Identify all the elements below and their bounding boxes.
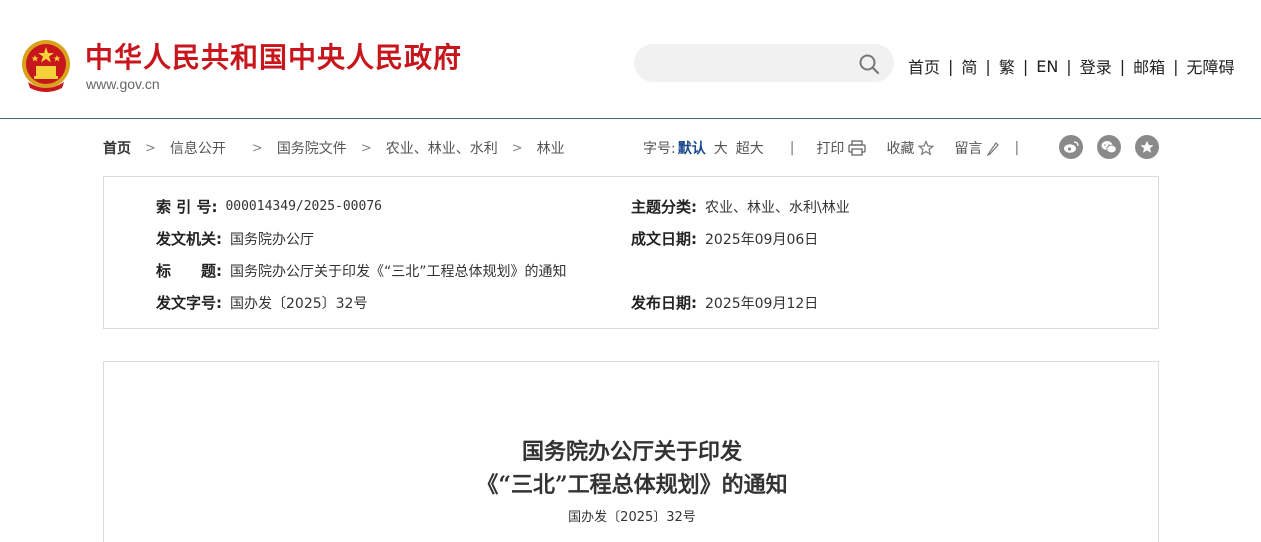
- weibo-icon: [1064, 141, 1079, 153]
- index-number-label: 索 引 号:: [156, 198, 218, 216]
- written-date-value: 2025年09月06日: [705, 231, 819, 248]
- nav-login[interactable]: 登录: [1080, 54, 1112, 78]
- toolbar-divider: |: [1014, 140, 1020, 156]
- comment-label: 留言: [954, 141, 983, 157]
- pencil-icon: [987, 142, 1000, 156]
- font-size-default[interactable]: 默认: [678, 138, 706, 158]
- issuer-row: 发文机关: 国务院办公厅: [156, 228, 314, 249]
- top-nav: 首页 | 简 | 繁 | EN | 登录 | 邮箱 | 无障碍: [908, 54, 1235, 78]
- printer-icon: [848, 140, 867, 156]
- document-title-line-1: 国务院办公厅关于印发: [521, 439, 742, 465]
- breadcrumb-separator: >: [511, 140, 523, 156]
- index-number-row: 索 引 号: 000014349/2025-00076: [156, 196, 382, 217]
- nav-accessibility[interactable]: 无障碍: [1187, 54, 1235, 78]
- nav-mail[interactable]: 邮箱: [1133, 54, 1165, 78]
- font-size-large[interactable]: 大: [714, 138, 728, 158]
- weibo-share-button[interactable]: [1059, 135, 1083, 159]
- doc-number-row: 发文字号: 国办发〔2025〕32号: [156, 292, 367, 313]
- wechat-icon: [1101, 141, 1117, 154]
- comment-button[interactable]: 留言: [954, 138, 1000, 158]
- written-date-row: 成文日期: 2025年09月06日: [631, 228, 818, 249]
- toolbar-divider: |: [789, 140, 795, 156]
- wechat-share-button[interactable]: [1097, 135, 1121, 159]
- breadcrumb-separator: >: [360, 140, 372, 156]
- breadcrumb-separator: >: [251, 140, 263, 156]
- nav-separator: |: [1119, 56, 1126, 76]
- publish-date-label: 发布日期:: [631, 294, 697, 312]
- nav-home[interactable]: 首页: [908, 54, 940, 78]
- document-metadata: 索 引 号: 000014349/2025-00076 主题分类: 农业、林业、…: [103, 176, 1159, 329]
- nav-english[interactable]: EN: [1036, 57, 1058, 76]
- favorite-share-button[interactable]: [1135, 135, 1159, 159]
- site-url[interactable]: www.gov.cn: [86, 76, 160, 92]
- print-button[interactable]: 打印: [816, 138, 867, 158]
- publish-date-row: 发布日期: 2025年09月12日: [631, 292, 818, 313]
- print-label: 打印: [816, 141, 845, 157]
- nav-separator: |: [1066, 56, 1072, 76]
- breadcrumb: 首页 > 信息公开 > 国务院文件 > 农业、林业、水利 > 林业: [103, 138, 565, 158]
- breadcrumb-home[interactable]: 首页: [103, 138, 131, 158]
- nav-separator: |: [1022, 56, 1029, 76]
- document-number: 国办发〔2025〕32号: [568, 510, 696, 525]
- title-value: 国务院办公厅关于印发《“三北”工程总体规划》的通知: [230, 263, 567, 280]
- breadcrumb-info-public[interactable]: 信息公开: [170, 138, 226, 158]
- favorite-label: 收藏: [886, 141, 915, 157]
- category-row: 主题分类: 农业、林业、水利\林业: [631, 196, 850, 217]
- issuer-label: 发文机关:: [156, 230, 222, 248]
- issuer-value: 国务院办公厅: [230, 231, 314, 248]
- document-body: 国务院办公厅关于印发 《“三北”工程总体规划》的通知 国办发〔2025〕32号: [103, 361, 1159, 542]
- breadcrumb-agriculture[interactable]: 农业、林业、水利: [386, 138, 498, 158]
- index-number-value: 000014349/2025-00076: [225, 199, 382, 214]
- site-title[interactable]: 中华人民共和国中央人民政府: [85, 36, 462, 76]
- title-label: 标 题:: [156, 262, 222, 280]
- search-icon[interactable]: [858, 53, 880, 75]
- publish-date-value: 2025年09月12日: [705, 295, 819, 312]
- document-title-line-2: 《“三北”工程总体规划》的通知: [476, 472, 788, 498]
- breadcrumb-separator: >: [145, 140, 156, 156]
- search-input[interactable]: [650, 53, 850, 73]
- doc-number-label: 发文字号:: [156, 294, 222, 312]
- nav-traditional[interactable]: 繁: [999, 54, 1015, 78]
- nav-separator: |: [948, 56, 954, 76]
- nav-separator: |: [985, 56, 991, 76]
- share-bar: [1059, 135, 1173, 159]
- page-toolbar: 字号: 默认 大 超大 | 打印 收藏 留言 |: [643, 138, 1019, 158]
- doc-number-value: 国办发〔2025〕32号: [230, 295, 368, 312]
- title-row: 标 题: 国务院办公厅关于印发《“三北”工程总体规划》的通知: [156, 260, 567, 281]
- breadcrumb-state-council-docs[interactable]: 国务院文件: [277, 138, 347, 158]
- site-header: 中华人民共和国中央人民政府 www.gov.cn 首页 | 简 | 繁 | EN…: [0, 0, 1261, 119]
- breadcrumb-forestry[interactable]: 林业: [537, 138, 565, 158]
- nav-simplified[interactable]: 简: [961, 54, 977, 78]
- nav-separator: |: [1173, 56, 1179, 76]
- star-icon: [918, 140, 935, 156]
- category-value: 农业、林业、水利\林业: [705, 199, 850, 216]
- favorite-star-icon: [1140, 140, 1154, 153]
- favorite-button[interactable]: 收藏: [886, 138, 935, 158]
- written-date-label: 成文日期:: [631, 230, 697, 248]
- search-box: [634, 44, 894, 82]
- national-emblem-icon[interactable]: [20, 38, 72, 93]
- font-size-label: 字号:: [643, 141, 676, 157]
- category-label: 主题分类:: [631, 198, 697, 216]
- font-size-xlarge[interactable]: 超大: [736, 138, 764, 158]
